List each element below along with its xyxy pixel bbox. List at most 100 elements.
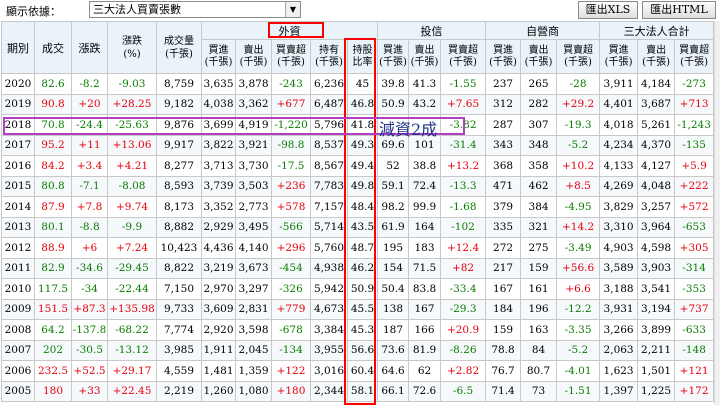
table-cell: 180 [34, 380, 72, 402]
table-cell: 3,899 [637, 319, 676, 341]
table-cell: 159 [485, 319, 522, 341]
table-cell: 2015 [1, 175, 35, 197]
table-cell: -4.95 [556, 196, 601, 218]
table-cell: 4,038 [201, 93, 236, 115]
table-cell: 2012 [1, 237, 35, 259]
table-cell: 312 [485, 93, 522, 115]
header-trust-col-2[interactable]: 買賣超 (千張) [440, 39, 487, 74]
table-cell: -102 [440, 216, 487, 238]
table-cell: 1,481 [201, 360, 236, 382]
table-cell: +122 [271, 360, 311, 382]
table-cell: +14.2 [556, 216, 601, 238]
table-cell: -22.44 [107, 278, 157, 300]
table-cell: 72.6 [408, 380, 442, 402]
table-cell: 471 [485, 175, 522, 197]
header-period[interactable]: 期別 [1, 21, 35, 74]
table-cell: +11 [71, 134, 108, 156]
table-cell: -13.3 [440, 175, 487, 197]
table-cell: 307 [520, 114, 558, 136]
header-dealer-col-0[interactable]: 買進 (千張) [485, 39, 522, 74]
table-cell: 80.1 [34, 216, 72, 238]
table-cell: 384 [520, 196, 558, 218]
header-trust-col-0[interactable]: 買進 (千張) [377, 39, 410, 74]
table-cell: 3,921 [235, 134, 272, 156]
table-cell: 379 [485, 196, 522, 218]
table-cell: 1,623 [599, 360, 639, 382]
table-cell: 3,964 [637, 216, 676, 238]
export-html-button[interactable]: 匯出HTML [642, 1, 716, 19]
header-trust-col-1[interactable]: 賣出 (千張) [408, 39, 442, 74]
table-cell: -243 [271, 73, 311, 95]
table-cell: 8,759 [156, 73, 202, 95]
table-cell: 161 [520, 278, 558, 300]
table-cell: 2,045 [235, 339, 272, 361]
table-cell: -1,243 [674, 114, 715, 136]
table-cell: 2011 [1, 257, 35, 279]
table-cell: 7,150 [156, 278, 202, 300]
table-cell: +236 [271, 175, 311, 197]
header-total-col-1[interactable]: 賣出 (千張) [637, 39, 676, 74]
table-cell: 358 [520, 155, 558, 177]
header-foreign-col-2[interactable]: 買賣超 (千張) [271, 39, 311, 74]
table-cell: +8.5 [556, 175, 601, 197]
table-cell: -13.12 [107, 339, 157, 361]
table-cell: +578 [271, 196, 311, 218]
table-cell: +4.21 [107, 155, 157, 177]
table-cell: 138 [377, 298, 410, 320]
table-cell: -12.2 [556, 298, 601, 320]
table-cell: +82 [440, 257, 487, 279]
table-cell: 3,495 [235, 216, 272, 238]
header-close[interactable]: 成交 [34, 21, 72, 74]
table-cell: 2,929 [201, 216, 236, 238]
table-cell: -678 [271, 319, 311, 341]
table-cell: 82.6 [34, 73, 72, 95]
header-foreign-col-3[interactable]: 持有 (千張) [310, 39, 348, 74]
table-cell: +296 [271, 237, 311, 259]
table-cell: -454 [271, 257, 311, 279]
header-change-pct[interactable]: 漲跌 (%) [107, 21, 157, 74]
header-dealer-col-1[interactable]: 賣出 (千張) [520, 39, 558, 74]
table-cell: 50.9 [377, 93, 410, 115]
table-cell: 3,878 [235, 73, 272, 95]
table-cell: +22.45 [107, 380, 157, 402]
table-cell: 38.8 [408, 155, 442, 177]
table-cell: 72.4 [408, 175, 442, 197]
header-total-col-0[interactable]: 買進 (千張) [599, 39, 639, 74]
table-cell: 4,673 [310, 298, 348, 320]
table-cell: 3,352 [201, 196, 236, 218]
table-cell: 4,127 [637, 155, 676, 177]
header-foreign-col-0[interactable]: 買進 (千張) [201, 39, 236, 74]
table-cell: 84.2 [34, 155, 72, 177]
holding-ratio-highlight [344, 38, 376, 405]
header-group-trust: 投信 [377, 21, 487, 40]
table-cell: 2010 [1, 278, 35, 300]
table-cell: 3,985 [156, 339, 202, 361]
table-cell: 71.4 [485, 380, 522, 402]
chevron-down-icon[interactable]: ▼ [285, 2, 300, 17]
table-cell: -1.55 [440, 73, 487, 95]
display-basis-select[interactable]: 三大法人買賣張數 ▼ [89, 1, 301, 18]
export-xls-button[interactable]: 匯出XLS [578, 1, 638, 19]
table-cell: 52 [377, 155, 410, 177]
header-foreign-col-1[interactable]: 賣出 (千張) [235, 39, 272, 74]
table-cell: +121 [674, 360, 715, 382]
table-cell: 8,277 [156, 155, 202, 177]
header-volume[interactable]: 成交量 (千張) [156, 21, 202, 74]
table-cell: +6 [71, 237, 108, 259]
table-cell: 167 [408, 298, 442, 320]
table-cell: -5.2 [556, 134, 601, 156]
table-cell: 265 [520, 73, 558, 95]
table-cell: -9.03 [107, 73, 157, 95]
table-cell: 3,541 [637, 278, 676, 300]
display-basis-label: 顯示依據： [6, 5, 61, 18]
table-cell: 2016 [1, 155, 35, 177]
vertical-scrollbar[interactable] [714, 21, 720, 405]
table-cell: -135 [674, 134, 715, 156]
header-dealer-col-2[interactable]: 買賣超 (千張) [556, 39, 601, 74]
table-cell: 3,257 [637, 196, 676, 218]
header-change[interactable]: 漲跌 [71, 21, 108, 74]
table-cell: +737 [674, 298, 715, 320]
table-cell: 462 [520, 175, 558, 197]
header-total-col-2[interactable]: 買賣超 (千張) [674, 39, 715, 74]
table-cell: 3,730 [235, 155, 272, 177]
